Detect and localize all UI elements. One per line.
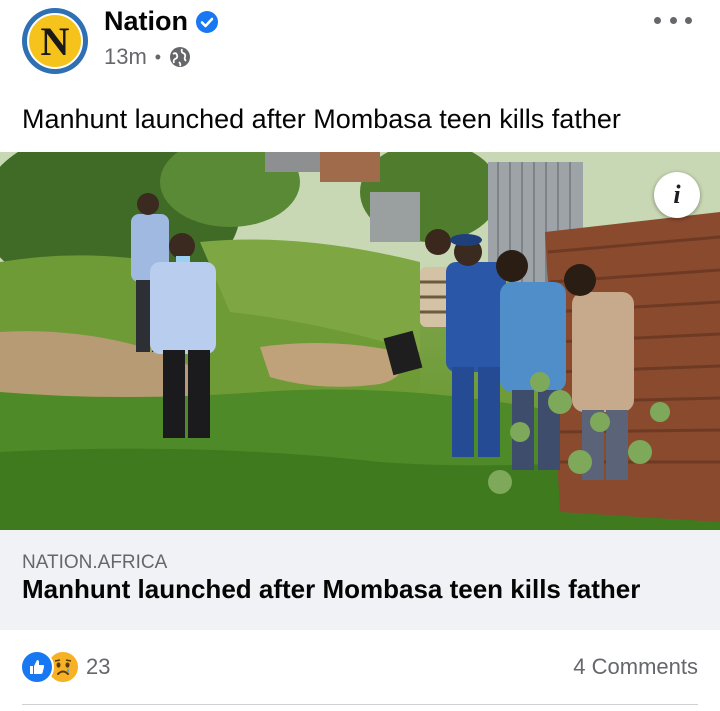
link-title: Manhunt launched after Mombasa teen kill… — [22, 574, 641, 604]
post-photo[interactable]: i — [0, 152, 720, 530]
page-name-row: Nation — [104, 6, 218, 37]
more-dot — [685, 16, 692, 24]
link-domain: NATION.AFRICA — [22, 552, 168, 573]
more-dot — [654, 16, 661, 24]
verified-badge-icon — [196, 10, 218, 33]
reactions-summary[interactable]: 23 — [20, 650, 110, 684]
reaction-count: 23 — [86, 654, 111, 679]
comments-count-link[interactable]: 4 Comments — [573, 654, 698, 680]
more-dot — [669, 16, 677, 24]
photo-scene — [0, 152, 720, 530]
post-text: Manhunt launched after Mombasa teen kill… — [22, 104, 621, 134]
info-icon[interactable]: i — [654, 172, 700, 218]
post-meta: 13m • — [104, 44, 191, 70]
avatar-letter: N — [40, 19, 70, 64]
divider — [22, 704, 698, 705]
like-reaction-icon — [20, 650, 54, 684]
link-preview-card[interactable]: NATION.AFRICA Manhunt launched after Mom… — [0, 530, 720, 630]
page-avatar[interactable]: N — [22, 8, 88, 74]
more-options-icon[interactable] — [654, 8, 692, 32]
meta-separator: • — [154, 46, 162, 67]
post-timestamp[interactable]: 13m — [104, 44, 147, 70]
post-header: N Nation 13m • — [0, 0, 720, 86]
avatar-inner: N — [27, 13, 83, 69]
page-name[interactable]: Nation — [104, 6, 188, 37]
globe-icon — [169, 46, 191, 68]
